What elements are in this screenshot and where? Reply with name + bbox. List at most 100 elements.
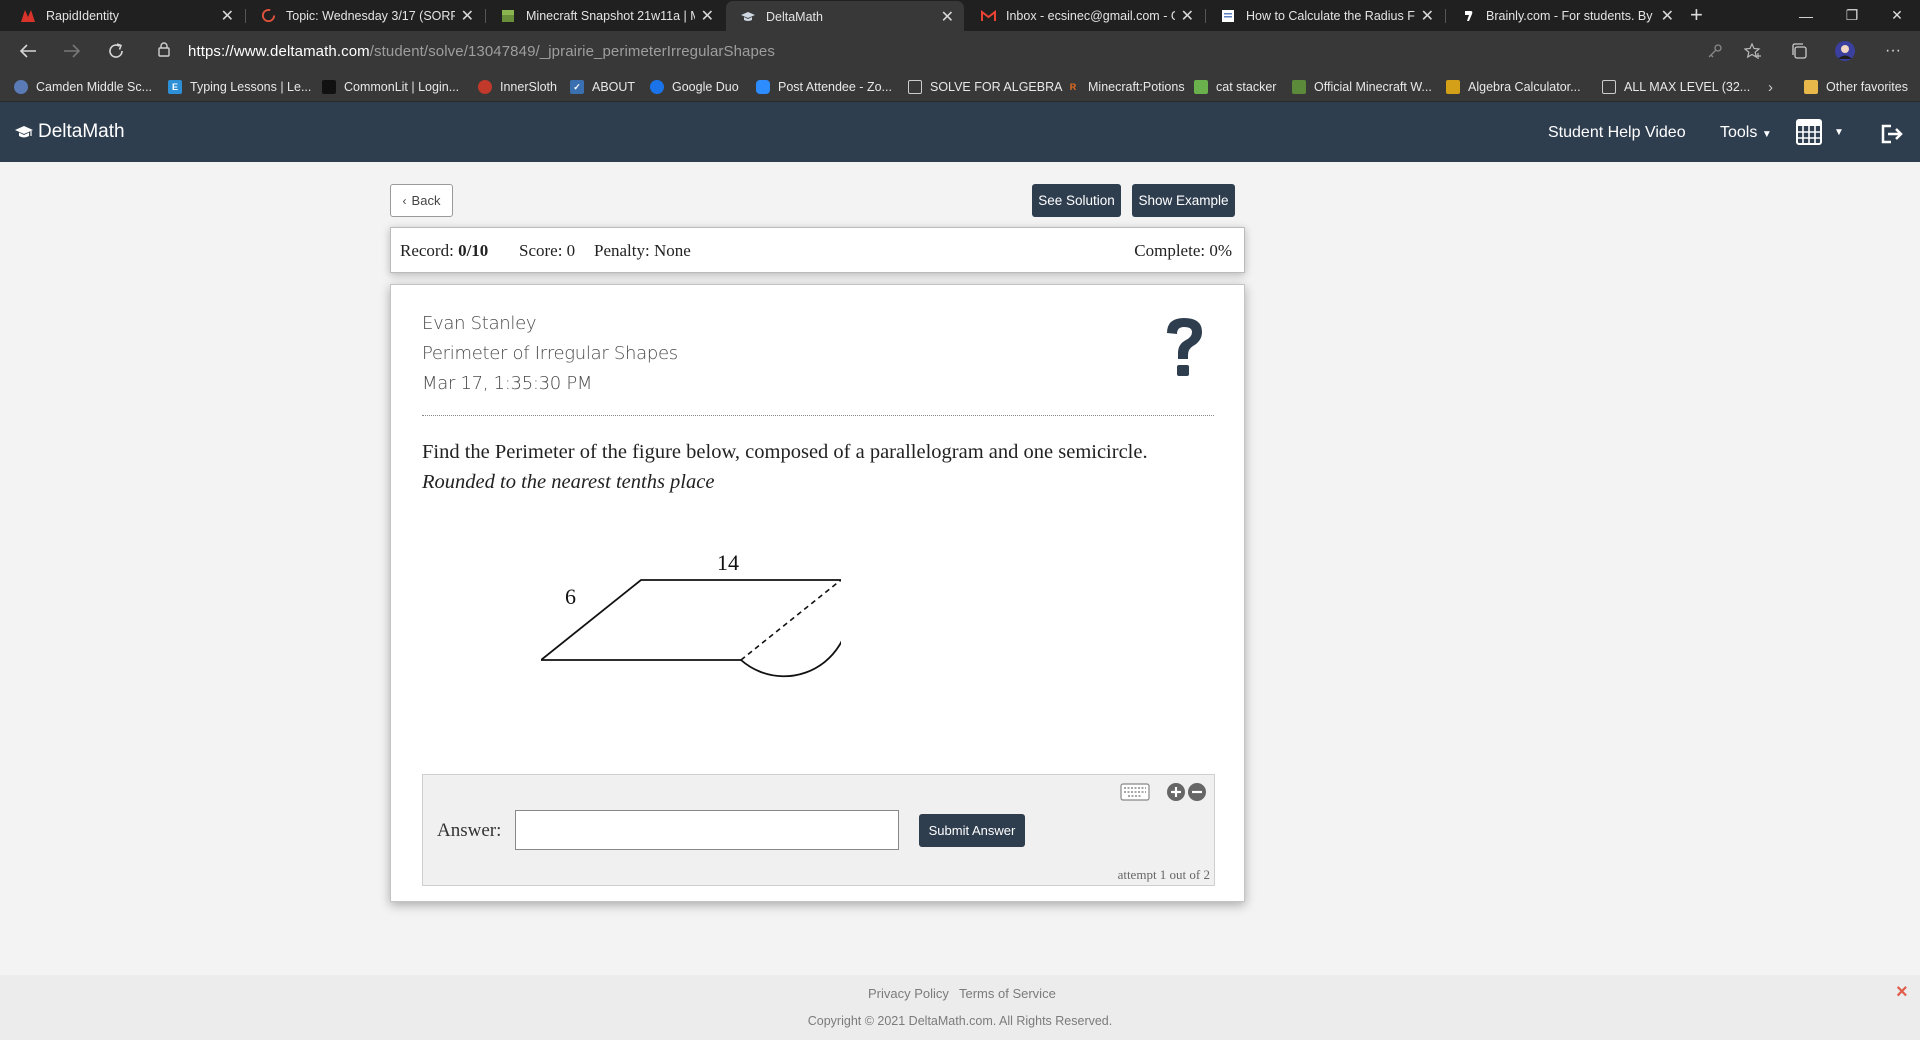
bookmark-icon: R xyxy=(1069,82,1077,92)
bookmark-label: ALL MAX LEVEL (32... xyxy=(1624,80,1751,94)
bookmark-label: cat stacker xyxy=(1216,80,1277,94)
lock-icon[interactable] xyxy=(158,42,170,62)
tab-radius[interactable]: How to Calculate the Radius Fro ✕ xyxy=(1206,0,1444,31)
tab-gmail[interactable]: Inbox - ecsinec@gmail.com - Gm ✕ xyxy=(966,0,1204,31)
refresh-icon[interactable] xyxy=(104,39,128,63)
profile-avatar[interactable] xyxy=(1834,40,1856,62)
tab-topic[interactable]: Topic: Wednesday 3/17 (SORRY I ✕ xyxy=(246,0,484,31)
bookmark-label: Typing Lessons | Le... xyxy=(190,80,312,94)
close-icon[interactable]: ✕ xyxy=(941,7,954,27)
close-icon[interactable]: × xyxy=(1896,981,1908,1004)
bookmark-icon xyxy=(1446,80,1460,94)
bookmark-label: Algebra Calculator... xyxy=(1468,80,1581,94)
penalty-text: Penalty: None xyxy=(594,241,691,260)
bookmark-typing[interactable]: E Typing Lessons | Le... xyxy=(168,77,311,97)
add-favorite-icon[interactable] xyxy=(1742,40,1764,62)
brainly-icon xyxy=(1460,8,1476,24)
collections-icon[interactable] xyxy=(1788,40,1810,62)
answer-input[interactable] xyxy=(515,810,899,850)
calculator-dropdown[interactable]: ▼ xyxy=(1796,114,1852,150)
sign-out-icon[interactable] xyxy=(1880,124,1904,149)
logo-text: DeltaMath xyxy=(38,121,125,142)
student-help-video-link[interactable]: Student Help Video xyxy=(1548,124,1686,142)
bookmark-label: Official Minecraft W... xyxy=(1314,80,1432,94)
semicircle-arc xyxy=(740,580,841,678)
complete-text: Complete: 0% xyxy=(1134,241,1232,260)
close-window-button[interactable]: ✕ xyxy=(1874,0,1920,31)
bookmark-other-favorites[interactable]: Other favorites xyxy=(1804,77,1908,97)
bookmark-label: ABOUT xyxy=(592,80,636,94)
back-arrow-icon[interactable] xyxy=(16,39,40,63)
bookmarks-bar: Camden Middle Sc... E Typing Lessons | Le… xyxy=(0,71,1920,102)
timestamp: Mar 17, 1:35:30 PM xyxy=(422,373,593,394)
close-icon[interactable]: ✕ xyxy=(461,6,474,26)
bookmark-potions[interactable]: R Minecraft:Potions xyxy=(1066,77,1185,97)
new-tab-button[interactable]: + xyxy=(1690,2,1703,28)
record-text: Record: 0/10 xyxy=(400,241,488,261)
browser-tab-bar: RapidIdentity ✕ Topic: Wednesday 3/17 (S… xyxy=(0,0,1920,32)
close-icon[interactable]: ✕ xyxy=(1421,6,1434,26)
tools-dropdown[interactable]: Tools ▼ xyxy=(1720,124,1772,142)
more-options-icon[interactable]: ··· xyxy=(1882,40,1904,62)
bookmark-icon: ✓ xyxy=(570,80,584,94)
bookmark-about[interactable]: ✓ ABOUT xyxy=(570,77,635,97)
close-icon[interactable]: ✕ xyxy=(1661,6,1674,26)
chevron-right-icon[interactable]: › xyxy=(1768,77,1773,97)
score-text: Score: 0 xyxy=(519,241,576,260)
see-solution-button[interactable]: See Solution xyxy=(1032,184,1121,217)
forward-arrow-icon[interactable] xyxy=(60,39,84,63)
show-example-button[interactable]: Show Example xyxy=(1132,184,1235,217)
bookmark-official-minecraft[interactable]: Official Minecraft W... xyxy=(1292,77,1432,97)
graduation-cap-icon xyxy=(15,126,33,138)
zoom-out-icon[interactable] xyxy=(1187,782,1207,807)
back-label: Back xyxy=(411,193,441,208)
rapididentity-icon xyxy=(20,8,36,24)
key-icon[interactable] xyxy=(1704,40,1726,62)
tab-brainly[interactable]: Brainly.com - For students. By st ✕ xyxy=(1446,0,1684,31)
tab-minecraft[interactable]: Minecraft Snapshot 21w11a | Mi ✕ xyxy=(486,0,724,31)
calculator-icon xyxy=(1796,119,1822,145)
close-icon[interactable]: ✕ xyxy=(1181,6,1194,26)
minimize-button[interactable]: — xyxy=(1783,0,1829,31)
deltamath-logo[interactable]: DeltaMath xyxy=(14,121,125,143)
terms-of-service-link[interactable]: Terms of Service xyxy=(959,986,1056,1001)
keyboard-icon[interactable] xyxy=(1120,783,1150,806)
footer: Privacy Policy Terms of Service Copyrigh… xyxy=(0,975,1920,1040)
bookmark-icon xyxy=(322,80,336,94)
close-icon[interactable]: ✕ xyxy=(221,6,234,26)
bookmark-icon xyxy=(908,80,922,94)
submit-answer-button[interactable]: Submit Answer xyxy=(919,814,1025,847)
url-path: /student/solve/13047849/_jprairie_perime… xyxy=(369,43,775,60)
bookmark-label: Google Duo xyxy=(672,80,739,94)
copyright-text: Copyright © 2021 DeltaMath.com. All Righ… xyxy=(807,1014,1113,1028)
label-side: 6 xyxy=(565,584,576,609)
tab-deltamath[interactable]: DeltaMath ✕ xyxy=(726,1,964,32)
restore-button[interactable]: ❐ xyxy=(1829,0,1875,31)
bookmark-google-duo[interactable]: Google Duo xyxy=(650,77,739,97)
bookmark-all-max-level[interactable]: ALL MAX LEVEL (32... xyxy=(1602,77,1750,97)
page-icon xyxy=(1220,8,1236,24)
bookmark-algebra-calculator[interactable]: Algebra Calculator... xyxy=(1446,77,1581,97)
bookmark-commonlit[interactable]: CommonLit | Login... xyxy=(322,77,459,97)
parallelogram-semicircle-figure: 14 6 xyxy=(541,550,841,678)
zoom-in-icon[interactable] xyxy=(1166,782,1186,807)
bookmark-icon xyxy=(756,80,770,94)
caret-down-icon: ▼ xyxy=(1761,129,1772,140)
privacy-policy-link[interactable]: Privacy Policy xyxy=(868,986,949,1001)
back-button[interactable]: ‹ Back xyxy=(390,184,453,217)
question-mark-icon[interactable] xyxy=(1161,315,1207,384)
bookmark-camden[interactable]: Camden Middle Sc... xyxy=(14,77,152,97)
bookmark-innersloth[interactable]: InnerSloth xyxy=(478,77,557,97)
loading-icon xyxy=(260,8,276,24)
bookmark-label: Other favorites xyxy=(1826,80,1908,94)
problem-instruction: Rounded to the nearest tenths place xyxy=(422,471,715,493)
tab-rapididentity[interactable]: RapidIdentity ✕ xyxy=(6,0,244,31)
close-icon[interactable]: ✕ xyxy=(701,6,714,26)
gmail-icon xyxy=(980,8,996,24)
bookmark-zoom[interactable]: Post Attendee - Zo... xyxy=(756,77,892,97)
bookmark-solve-algebra[interactable]: SOLVE FOR ALGEBRA xyxy=(908,77,1062,97)
minecraft-icon xyxy=(500,8,516,24)
bookmark-cat-stacker[interactable]: cat stacker xyxy=(1194,77,1276,97)
bookmark-icon xyxy=(14,80,28,94)
url-field[interactable]: https://www.deltamath.com/student/solve/… xyxy=(188,43,775,60)
